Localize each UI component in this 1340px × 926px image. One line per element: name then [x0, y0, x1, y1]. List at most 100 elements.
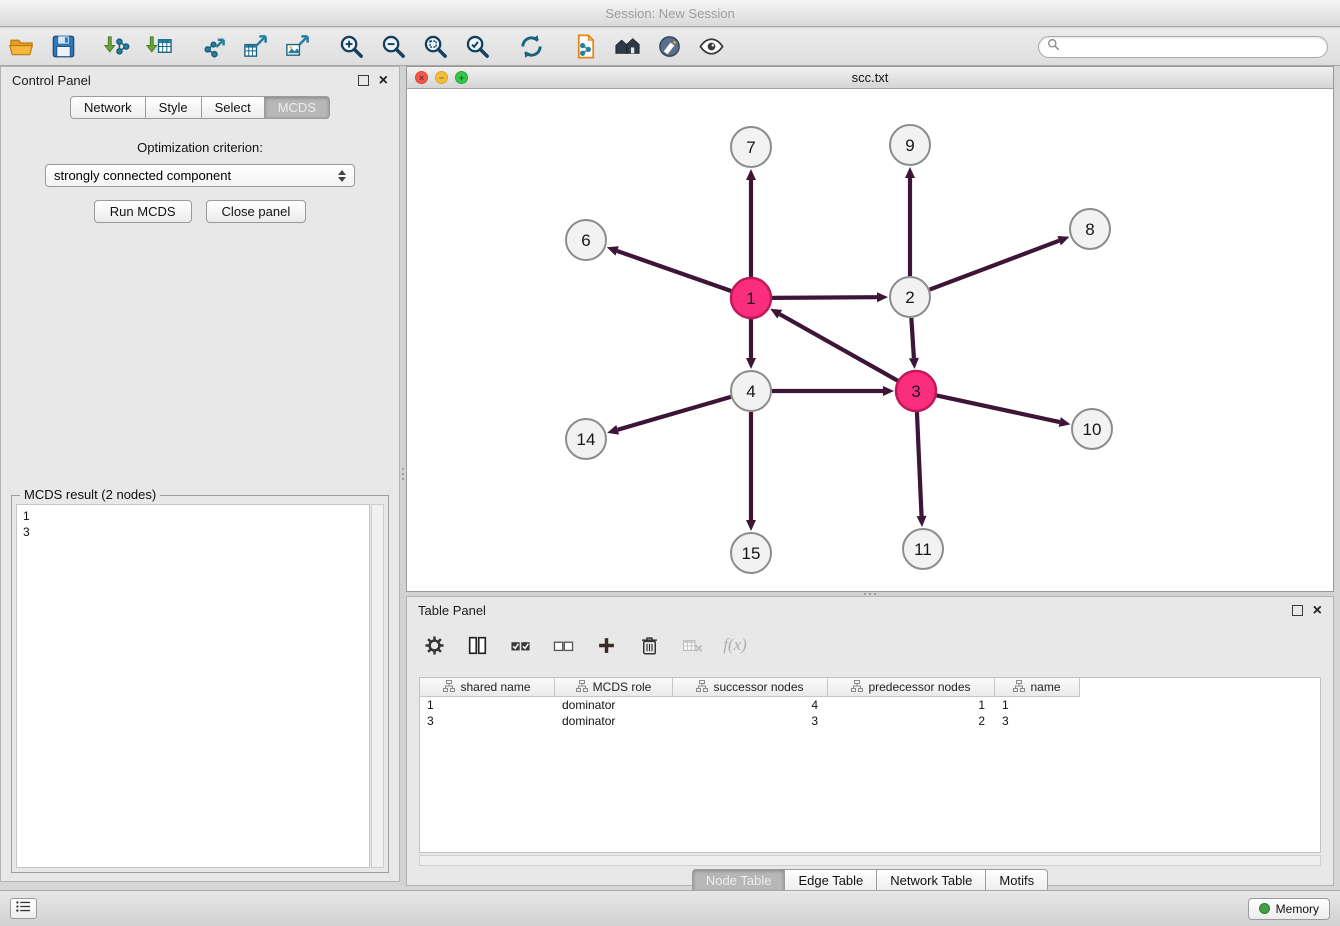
network-window-titlebar[interactable]: ×−+ scc.txt — [407, 67, 1333, 89]
table-cell[interactable]: 2 — [828, 713, 995, 729]
toolbar-group — [570, 32, 726, 62]
column-header-name[interactable]: name — [995, 678, 1080, 697]
run-mcds-button[interactable]: Run MCDS — [94, 200, 192, 223]
network-edge-4-14[interactable] — [607, 397, 731, 435]
save-icon[interactable] — [48, 32, 78, 62]
network-node-7[interactable]: 7 — [731, 127, 771, 167]
network-edge-4-3[interactable] — [772, 386, 894, 396]
tab-style[interactable]: Style — [146, 96, 202, 119]
delete-row-icon[interactable] — [636, 632, 662, 658]
close-window-icon[interactable]: × — [415, 71, 428, 84]
settings-icon[interactable] — [421, 632, 447, 658]
network-node-4[interactable]: 4 — [731, 371, 771, 411]
memory-button[interactable]: Memory — [1248, 898, 1330, 920]
result-scrollbar[interactable] — [371, 504, 384, 868]
network-node-9[interactable]: 9 — [890, 125, 930, 165]
tab-mcds[interactable]: MCDS — [265, 96, 330, 119]
mcds-buttons-row: Run MCDS Close panel — [1, 200, 399, 223]
network-node-8[interactable]: 8 — [1070, 209, 1110, 249]
apply-layout-icon[interactable] — [516, 32, 546, 62]
network-edge-1-2[interactable] — [772, 292, 888, 302]
export-table-icon[interactable] — [240, 32, 270, 62]
home-icon[interactable] — [612, 32, 642, 62]
network-edge-2-9[interactable] — [905, 167, 915, 276]
column-header-shared-name[interactable]: shared name — [420, 678, 555, 697]
close-panel-button[interactable]: Close panel — [206, 200, 307, 223]
table-row[interactable]: 1dominator411 — [420, 697, 1320, 713]
clone-network-icon[interactable] — [570, 32, 600, 62]
optimization-criterion-dropdown[interactable]: strongly connected component — [45, 164, 355, 187]
column-header-label: successor nodes — [713, 680, 803, 694]
network-edge-3-10[interactable] — [937, 395, 1071, 426]
table-cell[interactable]: dominator — [555, 697, 673, 713]
close-panel-icon[interactable]: × — [1313, 605, 1322, 616]
deselect-all-icon[interactable] — [550, 632, 576, 658]
table-cell[interactable]: 4 — [673, 697, 828, 713]
network-node-10[interactable]: 10 — [1072, 409, 1112, 449]
minimize-window-icon[interactable]: − — [435, 71, 448, 84]
eye-icon[interactable] — [696, 32, 726, 62]
table-cell[interactable]: 1 — [420, 697, 555, 713]
network-node-14[interactable]: 14 — [566, 419, 606, 459]
column-header-successor-nodes[interactable]: successor nodes — [673, 678, 828, 697]
import-network-icon[interactable] — [102, 32, 132, 62]
table-cell[interactable]: dominator — [555, 713, 673, 729]
table-body: 1dominator4113dominator323 — [420, 697, 1320, 729]
column-header-predecessor-nodes[interactable]: predecessor nodes — [828, 678, 995, 697]
task-history-button[interactable] — [10, 898, 37, 919]
column-header-label: name — [1030, 680, 1060, 694]
table-horizontal-scrollbar[interactable] — [419, 855, 1321, 866]
style-icon[interactable] — [654, 32, 684, 62]
network-node-11[interactable]: 11 — [903, 529, 943, 569]
zoom-window-icon[interactable]: + — [455, 71, 468, 84]
zoom-out-icon[interactable] — [378, 32, 408, 62]
network-edge-2-8[interactable] — [930, 236, 1070, 290]
network-edge-1-7[interactable] — [746, 169, 756, 277]
network-edge-4-15[interactable] — [746, 412, 756, 531]
close-panel-icon[interactable]: × — [379, 75, 388, 86]
network-edge-3-1[interactable] — [770, 309, 898, 381]
network-node-15[interactable]: 15 — [731, 533, 771, 573]
export-image-icon[interactable] — [282, 32, 312, 62]
network-node-3[interactable]: 3 — [896, 371, 936, 411]
tab-network[interactable]: Network — [70, 96, 146, 119]
tab-select[interactable]: Select — [202, 96, 265, 119]
network-edge-3-11[interactable] — [917, 412, 927, 527]
network-edge-2-3[interactable] — [909, 318, 919, 369]
table-tab-motifs[interactable]: Motifs — [986, 869, 1048, 892]
network-view-window: ×−+ scc.txt 7 9 6 8 1 2 4 3 10 14 15 11 — [406, 66, 1334, 592]
columns-icon[interactable] — [464, 632, 490, 658]
add-row-icon[interactable] — [593, 632, 619, 658]
table-tab-edge-table[interactable]: Edge Table — [785, 869, 877, 892]
zoom-in-icon[interactable] — [336, 32, 366, 62]
network-node-6[interactable]: 6 — [566, 220, 606, 260]
table-cell[interactable]: 3 — [995, 713, 1080, 729]
open-icon[interactable] — [6, 32, 36, 62]
network-node-1[interactable]: 1 — [731, 278, 771, 318]
table-cell[interactable]: 1 — [828, 697, 995, 713]
zoom-selected-icon[interactable] — [462, 32, 492, 62]
table-cell[interactable]: 3 — [420, 713, 555, 729]
table-cell[interactable]: 1 — [995, 697, 1080, 713]
float-panel-icon[interactable] — [1292, 605, 1303, 616]
float-panel-icon[interactable] — [358, 75, 369, 86]
column-header-mcds-role[interactable]: MCDS role — [555, 678, 673, 697]
table-row[interactable]: 3dominator323 — [420, 713, 1320, 729]
table-cell[interactable]: 3 — [673, 713, 828, 729]
table-tab-node-table[interactable]: Node Table — [692, 869, 786, 892]
column-header-label: predecessor nodes — [868, 680, 970, 694]
search-icon — [1047, 38, 1065, 56]
import-table-icon[interactable] — [144, 32, 174, 62]
network-node-2[interactable]: 2 — [890, 277, 930, 317]
network-edge-1-6[interactable] — [607, 246, 731, 291]
zoom-fit-icon[interactable] — [420, 32, 450, 62]
search-input[interactable] — [1065, 40, 1319, 54]
table-tab-network-table[interactable]: Network Table — [877, 869, 986, 892]
network-canvas[interactable]: 7 9 6 8 1 2 4 3 10 14 15 11 — [407, 89, 1333, 590]
svg-text:10: 10 — [1083, 420, 1102, 439]
export-network-icon[interactable] — [198, 32, 228, 62]
select-all-icon[interactable] — [507, 632, 533, 658]
search-box[interactable] — [1038, 36, 1328, 58]
network-edge-1-4[interactable] — [746, 319, 756, 369]
toolbar-group — [336, 32, 492, 62]
